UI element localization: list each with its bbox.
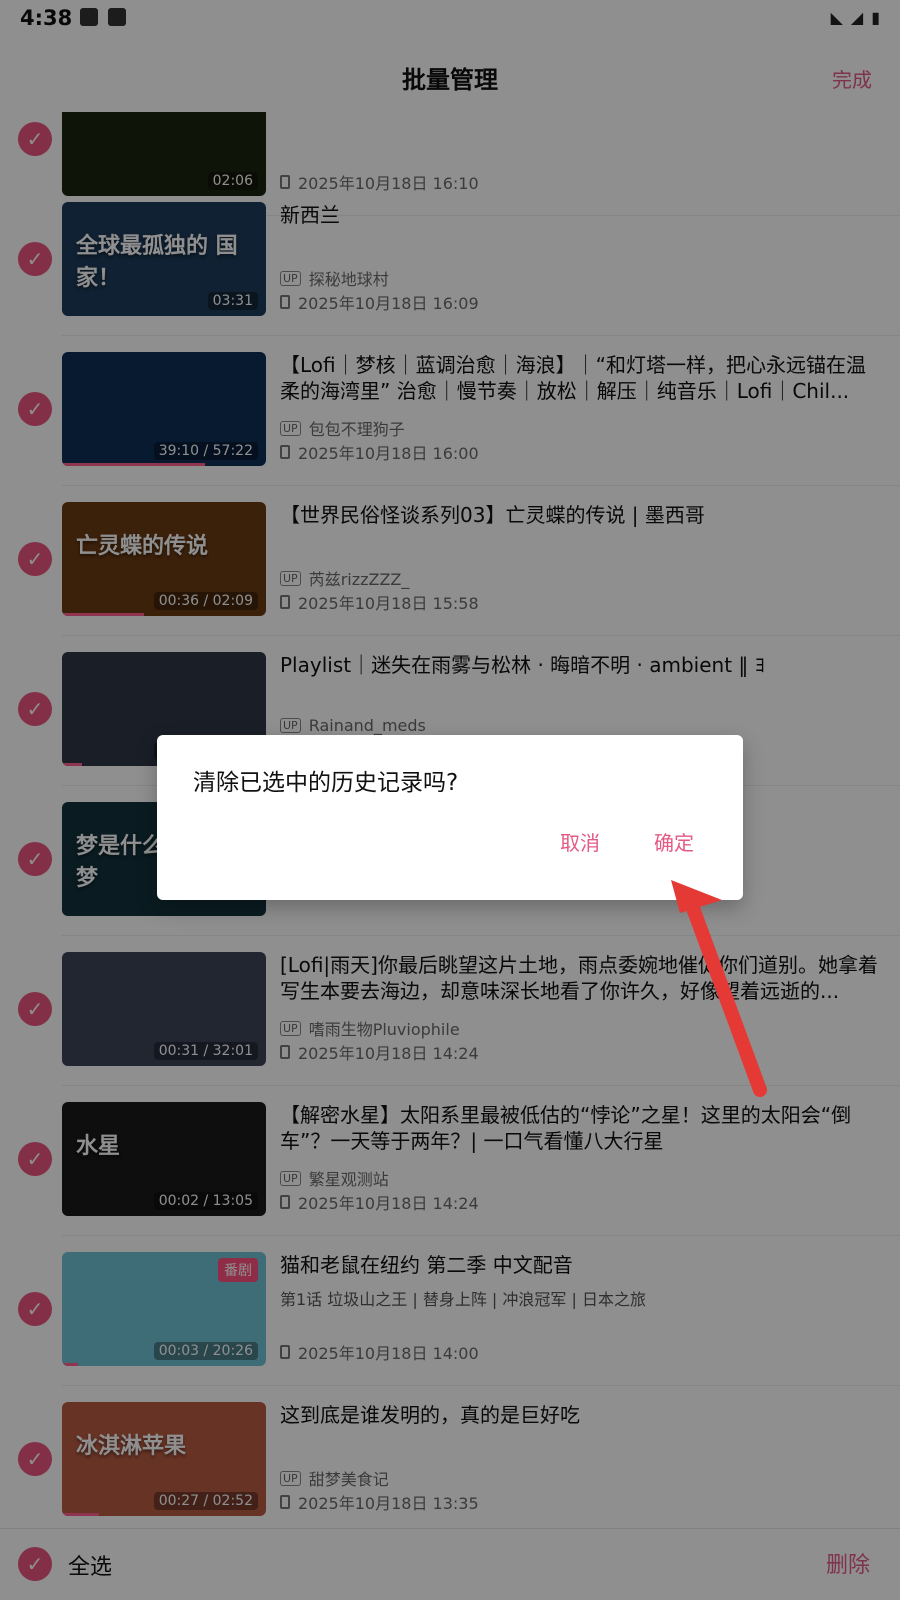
confirm-dialog: 清除已选中的历史记录吗? 取消 确定: [157, 735, 743, 900]
confirm-button[interactable]: 确定: [654, 827, 694, 856]
dialog-message: 清除已选中的历史记录吗?: [193, 770, 459, 796]
cancel-button[interactable]: 取消: [560, 827, 600, 856]
